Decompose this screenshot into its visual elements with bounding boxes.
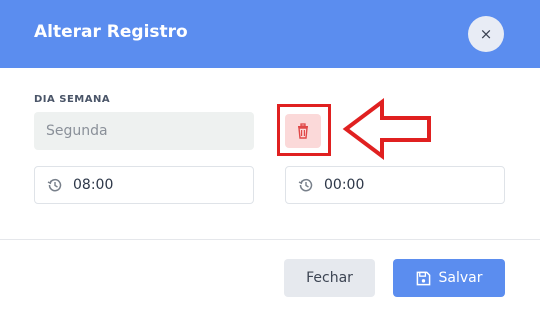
- close-icon: ×: [479, 25, 493, 43]
- end-time-input[interactable]: 00:00: [285, 166, 505, 204]
- delete-button[interactable]: [285, 114, 321, 148]
- history-icon: [298, 178, 313, 192]
- arrow-annotation-icon: [342, 98, 431, 160]
- day-of-week-value: Segunda: [46, 123, 108, 139]
- edit-record-modal: Alterar Registro × DIA SEMANA Segunda 08…: [0, 0, 540, 317]
- save-button-label: Salvar: [438, 270, 483, 286]
- modal-title: Alterar Registro: [34, 22, 188, 42]
- day-of-week-label: DIA SEMANA: [34, 94, 111, 105]
- footer-divider: [0, 239, 540, 240]
- start-time-input[interactable]: 08:00: [34, 166, 254, 204]
- save-icon: [416, 271, 430, 285]
- close-modal-button[interactable]: Fechar: [284, 259, 375, 297]
- save-button[interactable]: Salvar: [393, 259, 505, 297]
- modal-header: Alterar Registro ×: [0, 0, 540, 68]
- day-of-week-field[interactable]: Segunda: [34, 112, 254, 150]
- start-time-value: 08:00: [73, 177, 114, 193]
- end-time-value: 00:00: [324, 177, 365, 193]
- close-button-label: Fechar: [306, 270, 353, 286]
- trash-icon: [298, 123, 308, 139]
- close-button[interactable]: ×: [468, 16, 504, 52]
- history-icon: [47, 178, 62, 192]
